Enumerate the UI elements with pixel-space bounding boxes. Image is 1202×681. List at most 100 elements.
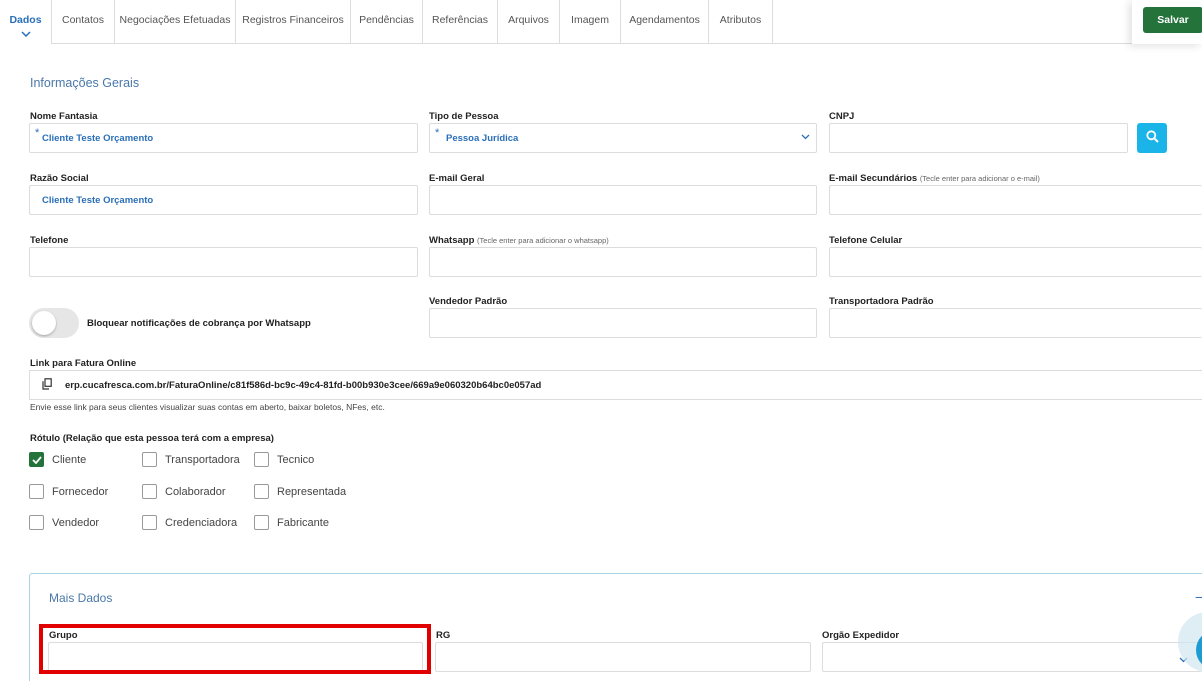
whatsapp-hint: (Tecle enter para adicionar o whatsapp) [477,236,609,245]
nome-fantasia-input[interactable]: * Cliente Teste Orçamento [29,123,418,153]
email-secundarios-label: E-mail Secundários (Tecle enter para adi… [829,173,1040,184]
tab-arquivos[interactable]: Arquivos [498,0,560,44]
checkbox-transportadora[interactable]: Transportadora [142,452,240,467]
telefone-label: Telefone [30,235,69,246]
checkbox-label: Tecnico [277,453,315,466]
whatsapp-label-text: Whatsapp [429,235,475,246]
nome-fantasia-label: Nome Fantasia [30,111,98,122]
cnpj-search-button[interactable] [1137,123,1167,153]
orgao-expedidor-label: Orgão Expedidor [822,630,900,641]
checkbox-box[interactable] [29,484,44,499]
tab-atributos[interactable]: Atributos [709,0,773,44]
vendedor-padrao-label: Vendedor Padrão [429,296,508,307]
checkbox-box[interactable] [254,452,269,467]
nome-fantasia-value: Cliente Teste Orçamento [42,132,154,144]
checkbox-box[interactable] [254,484,269,499]
whatsapp-label: Whatsapp (Tecle enter para adicionar o w… [429,235,609,246]
tipo-pessoa-select[interactable]: * Pessoa Jurídica [429,123,817,153]
collapse-icon[interactable]: − [1195,589,1202,605]
razao-social-input[interactable]: Cliente Teste Orçamento [29,185,418,215]
checkbox-box[interactable] [142,484,157,499]
fatura-link-help: Envie esse link para seus clientes visua… [30,402,385,412]
rg-input[interactable] [435,642,811,672]
transportadora-padrao-label: Transportadora Padrão [829,296,934,307]
save-button[interactable]: Salvar [1143,7,1202,33]
fatura-link-label: Link para Fatura Online [30,358,137,369]
rotulo-label: Rótulo (Relação que esta pessoa terá com… [30,433,274,444]
mais-dados-title[interactable]: Mais Dados [49,591,112,605]
email-secundarios-label-text: E-mail Secundários [829,173,918,184]
tab-label: Registros Financeiros [242,14,344,26]
highlight-box [39,624,431,674]
whatsapp-block-toggle[interactable] [29,308,79,338]
tab-negociacoes-efetuadas[interactable]: Negociações Efetuadas [115,0,236,44]
checkbox-label: Colaborador [165,485,226,498]
checkbox-box[interactable] [142,515,157,530]
tab-label: Agendamentos [629,14,700,26]
tipo-pessoa-label: Tipo de Pessoa [429,111,499,122]
tab-contatos[interactable]: Contatos [52,0,115,44]
transportadora-padrao-input[interactable] [829,308,1202,338]
tab-label: Atributos [719,14,762,26]
tab-agendamentos[interactable]: Agendamentos [621,0,709,44]
fatura-link-field[interactable]: erp.cucafresca.com.br/FaturaOnline/c81f5… [29,370,1202,400]
email-geral-input[interactable] [429,185,817,215]
required-marker: * [435,127,440,139]
email-secundarios-hint: (Tecle enter para adicionar o e-mail) [919,174,1040,183]
checkbox-vendedor[interactable]: Vendedor [29,515,99,530]
tab-registros-financeiros[interactable]: Registros Financeiros [236,0,351,44]
tab-referencias[interactable]: Referências [423,0,498,44]
check-icon [31,455,42,464]
tab-pendencias[interactable]: Pendências [351,0,423,44]
checkbox-box[interactable] [29,452,44,467]
search-icon [1145,130,1159,146]
checkbox-colaborador[interactable]: Colaborador [142,484,226,499]
checkbox-cliente[interactable]: Cliente [29,452,86,467]
whatsapp-block-label: Bloquear notificações de cobrança por Wh… [87,318,311,329]
tipo-pessoa-value: Pessoa Jurídica [446,132,519,144]
tab-label: Imagem [571,14,609,26]
checkbox-label: Representada [277,485,347,498]
tab-spacer [773,0,1132,43]
save-area: Salvar [1132,0,1202,44]
checkbox-box[interactable] [29,515,44,530]
tab-label: Contatos [61,14,105,26]
tab-label: Arquivos [508,14,549,26]
telefone-celular-input[interactable] [829,247,1202,277]
telefone-input[interactable] [29,247,418,277]
rg-label: RG [436,630,451,641]
checkbox-box[interactable] [254,515,269,530]
tab-dados[interactable]: Dados [0,0,52,44]
cnpj-label: CNPJ [829,111,855,122]
cnpj-input[interactable] [829,123,1128,153]
checkbox-fabricante[interactable]: Fabricante [254,515,329,530]
tab-bar: Dados Contatos Negociações Efetuadas Reg… [0,0,1132,44]
checkbox-fornecedor[interactable]: Fornecedor [29,484,108,499]
section-title: Informações Gerais [30,76,140,90]
telefone-celular-label: Telefone Celular [829,235,903,246]
tab-label: Dados [9,14,42,26]
tab-label: Pendências [359,14,414,26]
checkbox-credenciadora[interactable]: Credenciadora [142,515,237,530]
vendedor-padrao-input[interactable] [429,308,817,338]
copy-icon[interactable] [42,377,52,393]
razao-social-value: Cliente Teste Orçamento [42,194,154,206]
required-marker: * [35,127,40,139]
email-geral-label: E-mail Geral [429,173,485,184]
checkbox-label: Vendedor [52,516,100,529]
checkbox-tecnico[interactable]: Tecnico [254,452,314,467]
checkbox-label: Fornecedor [52,485,109,498]
orgao-expedidor-select[interactable] [822,642,1202,672]
chevron-down-icon [20,29,31,40]
chevron-down-icon [801,132,810,143]
whatsapp-input[interactable] [429,247,817,277]
email-secundarios-input[interactable] [829,185,1202,215]
checkbox-representada[interactable]: Representada [254,484,346,499]
tab-imagem[interactable]: Imagem [560,0,621,44]
checkbox-label: Transportadora [165,453,240,466]
tab-label: Negociações Efetuadas [119,14,231,26]
checkbox-box[interactable] [142,452,157,467]
checkbox-label: Fabricante [277,516,329,529]
razao-social-label: Razão Social [30,173,89,184]
fatura-link-value: erp.cucafresca.com.br/FaturaOnline/c81f5… [65,379,542,391]
